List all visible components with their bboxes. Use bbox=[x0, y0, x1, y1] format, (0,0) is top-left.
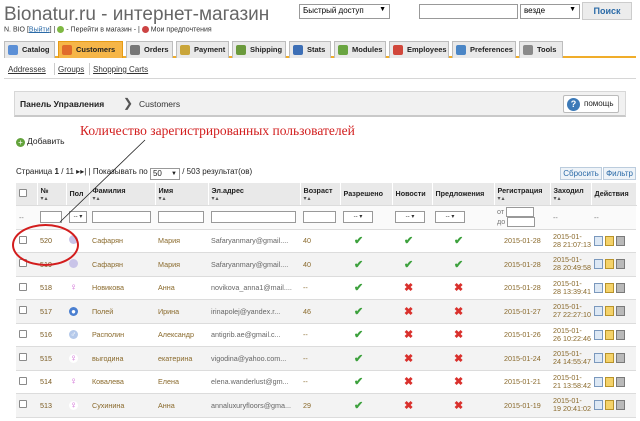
annotation-pointer bbox=[59, 139, 146, 223]
admin-screen: Bionatur.ru - интернет-магазин Быстрый д… bbox=[0, 0, 640, 421]
pointer-line bbox=[59, 139, 146, 223]
